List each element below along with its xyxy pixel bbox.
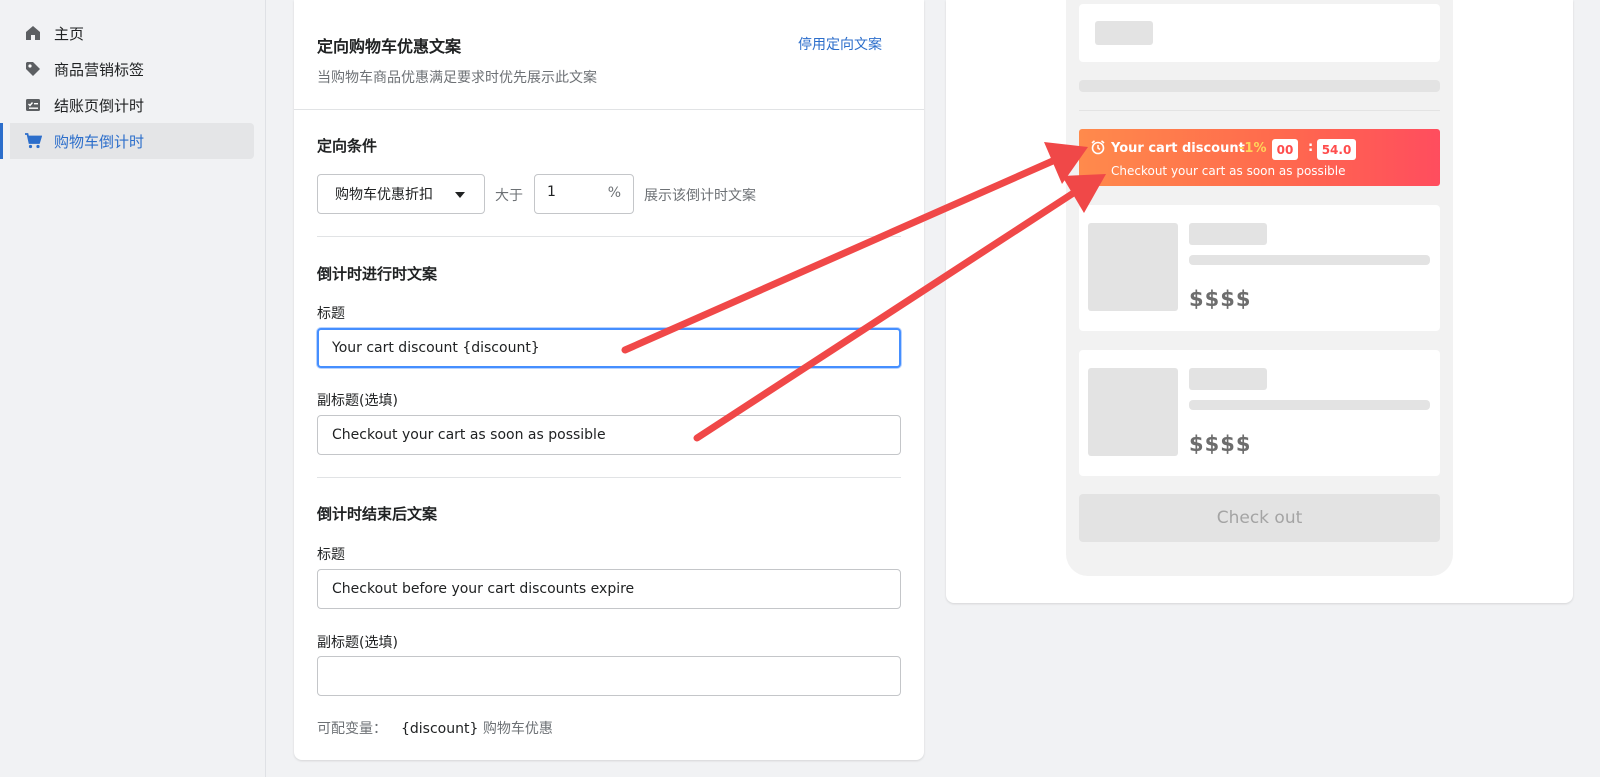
- product-image-placeholder: [1088, 368, 1178, 456]
- percent-unit: %: [607, 185, 621, 201]
- running-title-input[interactable]: [317, 328, 901, 368]
- product-card: $$$$: [1079, 350, 1440, 476]
- divider: [317, 477, 901, 478]
- disable-targeted-link[interactable]: 停用定向文案: [798, 34, 882, 54]
- product-title-placeholder: [1189, 368, 1267, 390]
- cart-icon: [24, 132, 42, 150]
- variables-label: 可配变量：: [317, 721, 387, 737]
- countdown-banner: Your cart discount -1% 00 : 54.0 Checkou…: [1079, 129, 1440, 186]
- sidebar-item-label: 结账页倒计时: [54, 96, 145, 115]
- ended-subtitle-label: 副标题(选填): [317, 635, 398, 651]
- ended-subtitle-input[interactable]: [317, 656, 901, 696]
- product-text-placeholder: [1189, 255, 1430, 265]
- timer-separator: :: [1308, 140, 1314, 155]
- timer-minutes: 00: [1272, 139, 1298, 160]
- placeholder-header: [1079, 4, 1440, 62]
- banner-discount: -1%: [1239, 141, 1267, 156]
- variables-hint: 可配变量： {discount} 购物车优惠: [317, 718, 553, 738]
- running-heading: 倒计时进行时文案: [317, 265, 438, 283]
- sidebar: 主页 商品营销标签 结账页倒计时 购物车倒计时: [0, 0, 266, 777]
- threshold-field[interactable]: %: [534, 174, 634, 214]
- sidebar-item-label: 主页: [54, 24, 85, 43]
- banner-title: Your cart discount: [1111, 141, 1245, 156]
- running-subtitle-input[interactable]: [317, 415, 901, 455]
- condition-heading: 定向条件: [317, 137, 378, 155]
- running-subtitle-label: 副标题(选填): [317, 393, 398, 409]
- ended-heading: 倒计时结束后文案: [317, 505, 438, 523]
- card-description: 当购物车商品优惠满足要求时优先展示此文案: [317, 70, 597, 86]
- divider: [1079, 110, 1440, 111]
- placeholder-pill: [1095, 21, 1153, 45]
- checkout-button[interactable]: Check out: [1079, 494, 1440, 542]
- caret-down-icon: [455, 192, 465, 198]
- variable-name: {discount}: [401, 721, 479, 737]
- ended-title-input[interactable]: [317, 569, 901, 609]
- checklist-icon: [24, 96, 42, 114]
- sidebar-item-cart-countdown[interactable]: 购物车倒计时: [0, 123, 254, 159]
- phone-preview: Your cart discount -1% 00 : 54.0 Checkou…: [1066, 0, 1453, 576]
- condition-select-value: 购物车优惠折扣: [335, 187, 433, 203]
- preview-card: Your cart discount -1% 00 : 54.0 Checkou…: [946, 0, 1573, 603]
- sidebar-item-checkout-countdown[interactable]: 结账页倒计时: [10, 87, 254, 123]
- placeholder-bar: [1079, 80, 1440, 92]
- product-price: $$$$: [1189, 287, 1252, 311]
- sidebar-item-label: 购物车倒计时: [54, 132, 145, 151]
- sidebar-item-label: 商品营销标签: [54, 60, 145, 79]
- sidebar-item-home[interactable]: 主页: [10, 15, 254, 51]
- product-title-placeholder: [1189, 223, 1267, 245]
- card-header: 定向购物车优惠文案 当购物车商品优惠满足要求时优先展示此文案 停用定向文案: [294, 0, 924, 110]
- variable-desc: 购物车优惠: [482, 721, 553, 737]
- threshold-input[interactable]: [547, 184, 597, 200]
- ended-title-label: 标题: [317, 547, 345, 563]
- condition-select[interactable]: 购物车优惠折扣: [317, 174, 485, 214]
- home-icon: [24, 24, 42, 42]
- sidebar-item-product-labels[interactable]: 商品营销标签: [10, 51, 254, 87]
- product-image-placeholder: [1088, 223, 1178, 311]
- product-price: $$$$: [1189, 432, 1252, 456]
- show-countdown-label: 展示该倒计时文案: [644, 188, 756, 204]
- settings-card: 定向购物车优惠文案 当购物车商品优惠满足要求时优先展示此文案 停用定向文案 定向…: [294, 0, 924, 760]
- running-title-label: 标题: [317, 306, 345, 322]
- card-title: 定向购物车优惠文案: [317, 37, 462, 56]
- tag-icon: [24, 60, 42, 78]
- divider: [317, 236, 901, 237]
- alarm-clock-icon: [1090, 139, 1106, 159]
- greater-than-label: 大于: [495, 188, 523, 204]
- product-text-placeholder: [1189, 400, 1430, 410]
- timer-seconds: 54.0: [1317, 139, 1356, 160]
- product-card: $$$$: [1079, 205, 1440, 331]
- banner-subtitle: Checkout your cart as soon as possible: [1111, 164, 1346, 178]
